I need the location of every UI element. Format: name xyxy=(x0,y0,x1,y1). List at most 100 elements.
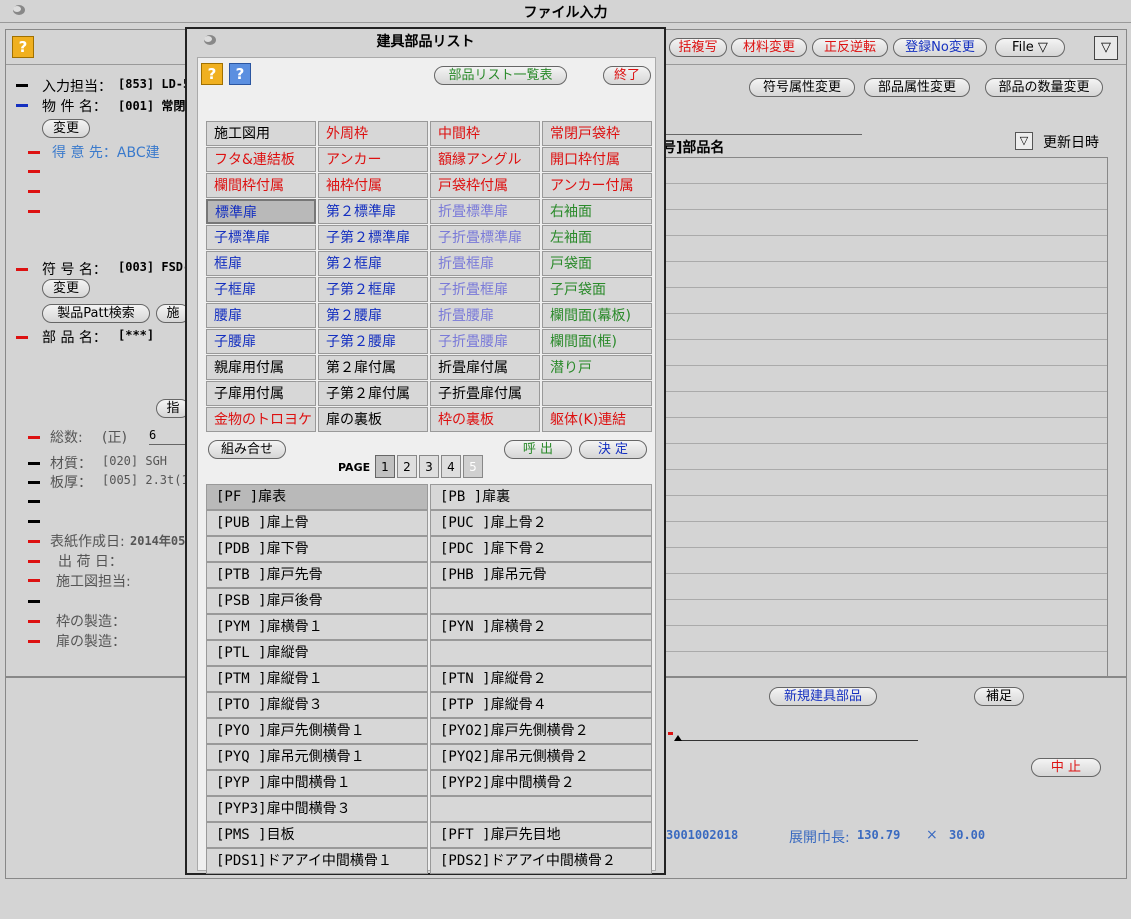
part-item[interactable]: [PYO ]扉戸先側横骨１ xyxy=(206,718,428,744)
part-item[interactable]: [PFT ]扉戸先目地 xyxy=(430,822,652,848)
part-item[interactable]: [PTM ]扉縦骨１ xyxy=(206,666,428,692)
category-cell[interactable]: 折畳框扉 xyxy=(430,251,540,276)
part-item[interactable]: [PF ]扉表 xyxy=(206,484,428,510)
chushi-button[interactable]: 中 止 xyxy=(1031,758,1101,777)
category-cell[interactable]: 子折畳框扉 xyxy=(430,277,540,302)
part-item[interactable]: [PDC ]扉下骨２ xyxy=(430,536,652,562)
fugo-henko-button[interactable]: 変更 xyxy=(42,279,90,298)
category-cell[interactable]: 第２標準扉 xyxy=(318,199,428,224)
sort-dropdown-icon[interactable]: ▽ xyxy=(1015,132,1033,150)
table-row[interactable] xyxy=(661,184,1107,210)
category-cell[interactable]: 子第２扉付属 xyxy=(318,381,428,406)
category-cell[interactable]: 左袖面 xyxy=(542,225,652,250)
zairyo-henko-button[interactable]: 材料変更 xyxy=(731,38,807,57)
category-cell[interactable]: 子第２框扉 xyxy=(318,277,428,302)
part-item[interactable]: [PUC ]扉上骨２ xyxy=(430,510,652,536)
table-row[interactable] xyxy=(661,574,1107,600)
slider-track[interactable] xyxy=(675,740,918,741)
page-3-button[interactable]: 3 xyxy=(419,455,439,478)
part-item[interactable]: [PYQ2]扉吊元側横骨２ xyxy=(430,744,652,770)
part-item[interactable]: [PYN ]扉横骨２ xyxy=(430,614,652,640)
part-item[interactable]: [PTL ]扉縦骨 xyxy=(206,640,428,666)
part-item[interactable]: [PTB ]扉戸先骨 xyxy=(206,562,428,588)
category-cell[interactable]: 折畳腰扉 xyxy=(430,303,540,328)
category-cell[interactable]: 躯体(K)連結 xyxy=(542,407,652,432)
part-item[interactable]: [PDS1]ドアアイ中間横骨１ xyxy=(206,848,428,874)
yobidashi-button[interactable]: 呼 出 xyxy=(504,440,572,459)
category-cell[interactable]: 折畳扉付属 xyxy=(430,355,540,380)
part-item[interactable]: [PYM ]扉横骨１ xyxy=(206,614,428,640)
category-cell[interactable]: 右袖面 xyxy=(542,199,652,224)
table-row[interactable] xyxy=(661,392,1107,418)
category-cell[interactable]: 潜り戸 xyxy=(542,355,652,380)
part-item[interactable]: [PYO2]扉戸先側横骨２ xyxy=(430,718,652,744)
category-cell[interactable]: アンカー付属 xyxy=(542,173,652,198)
category-cell[interactable]: 戸袋枠付属 xyxy=(430,173,540,198)
table-row[interactable] xyxy=(661,600,1107,626)
buhin-zokusei-henko-button[interactable]: 部品属性変更 xyxy=(864,78,970,97)
seihin-patt-kensaku-button[interactable]: 製品Patt検索 xyxy=(42,304,150,323)
category-cell[interactable]: 折畳標準扉 xyxy=(430,199,540,224)
category-cell[interactable]: 常閉戸袋枠 xyxy=(542,121,652,146)
category-cell[interactable]: 子戸袋面 xyxy=(542,277,652,302)
context-help-icon[interactable]: ? xyxy=(229,63,251,85)
category-cell[interactable]: 子腰扉 xyxy=(206,329,316,354)
category-cell[interactable]: 子折畳標準扉 xyxy=(430,225,540,250)
category-cell[interactable]: 第２框扉 xyxy=(318,251,428,276)
hosoku-button[interactable]: 補足 xyxy=(974,687,1024,706)
category-cell[interactable]: 子第２標準扉 xyxy=(318,225,428,250)
file-menu-button[interactable]: File ▽ xyxy=(995,38,1065,57)
table-row[interactable] xyxy=(661,418,1107,444)
table-row[interactable] xyxy=(661,236,1107,262)
shinki-tategu-buhin-button[interactable]: 新規建具部品 xyxy=(769,687,877,706)
bukken-henko-button[interactable]: 変更 xyxy=(42,119,90,138)
kakko-fukusha-button[interactable]: 括複写 xyxy=(669,38,727,57)
part-item[interactable]: [PYP ]扉中間横骨１ xyxy=(206,770,428,796)
part-item[interactable]: [PYQ ]扉吊元側横骨１ xyxy=(206,744,428,770)
menu-dropdown-icon[interactable]: ▽ xyxy=(1094,36,1118,60)
category-cell[interactable]: 欄間枠付属 xyxy=(206,173,316,198)
kumiawase-button[interactable]: 組み合せ xyxy=(208,440,286,459)
category-cell[interactable]: 第２扉付属 xyxy=(318,355,428,380)
part-item[interactable]: [PTN ]扉縦骨２ xyxy=(430,666,652,692)
help-icon[interactable]: ? xyxy=(12,36,34,58)
category-cell[interactable]: 欄間面(幕板) xyxy=(542,303,652,328)
fugo-zokusei-henko-button[interactable]: 符号属性変更 xyxy=(749,78,855,97)
category-cell[interactable]: 金物のトロヨケ xyxy=(206,407,316,432)
table-row[interactable] xyxy=(661,262,1107,288)
category-cell[interactable]: 子折畳扉付属 xyxy=(430,381,540,406)
buhin-suryo-henko-button[interactable]: 部品の数量変更 xyxy=(985,78,1103,97)
category-cell[interactable]: 施工図用 xyxy=(206,121,316,146)
category-cell[interactable]: 子扉用付属 xyxy=(206,381,316,406)
category-cell[interactable]: 扉の裏板 xyxy=(318,407,428,432)
category-cell[interactable]: 欄間面(框) xyxy=(542,329,652,354)
category-cell[interactable]: 子折畳腰扉 xyxy=(430,329,540,354)
parts-table[interactable] xyxy=(660,157,1108,678)
category-cell[interactable]: 標準扉 xyxy=(206,199,316,224)
table-row[interactable] xyxy=(661,626,1107,652)
part-item[interactable]: [PDS2]ドアアイ中間横骨２ xyxy=(430,848,652,874)
page-4-button[interactable]: 4 xyxy=(441,455,461,478)
koshin-nichiji-header[interactable]: 更新日時 xyxy=(1043,132,1099,152)
category-cell[interactable]: 額縁アングル xyxy=(430,147,540,172)
part-item[interactable]: [PB ]扉裏 xyxy=(430,484,652,510)
category-cell[interactable]: 框扉 xyxy=(206,251,316,276)
toroku-no-henko-button[interactable]: 登録No変更 xyxy=(893,38,987,57)
category-cell[interactable]: フタ&連結板 xyxy=(206,147,316,172)
slider-handle-icon[interactable] xyxy=(674,735,682,741)
part-item[interactable]: [PYP2]扉中間横骨２ xyxy=(430,770,652,796)
table-row[interactable] xyxy=(661,548,1107,574)
part-item[interactable]: [PSB ]扉戸後骨 xyxy=(206,588,428,614)
category-cell[interactable]: 子標準扉 xyxy=(206,225,316,250)
category-cell[interactable]: アンカー xyxy=(318,147,428,172)
page-1-button[interactable]: 1 xyxy=(375,455,395,478)
table-row[interactable] xyxy=(661,470,1107,496)
seihan-gyakuten-button[interactable]: 正反逆転 xyxy=(812,38,888,57)
category-cell[interactable]: 袖枠付属 xyxy=(318,173,428,198)
part-item[interactable]: [PMS ]目板 xyxy=(206,822,428,848)
category-cell[interactable]: 戸袋面 xyxy=(542,251,652,276)
category-cell[interactable]: 外周枠 xyxy=(318,121,428,146)
shuryo-button[interactable]: 終了 xyxy=(603,66,651,85)
page-2-button[interactable]: 2 xyxy=(397,455,417,478)
category-cell[interactable]: 枠の裏板 xyxy=(430,407,540,432)
